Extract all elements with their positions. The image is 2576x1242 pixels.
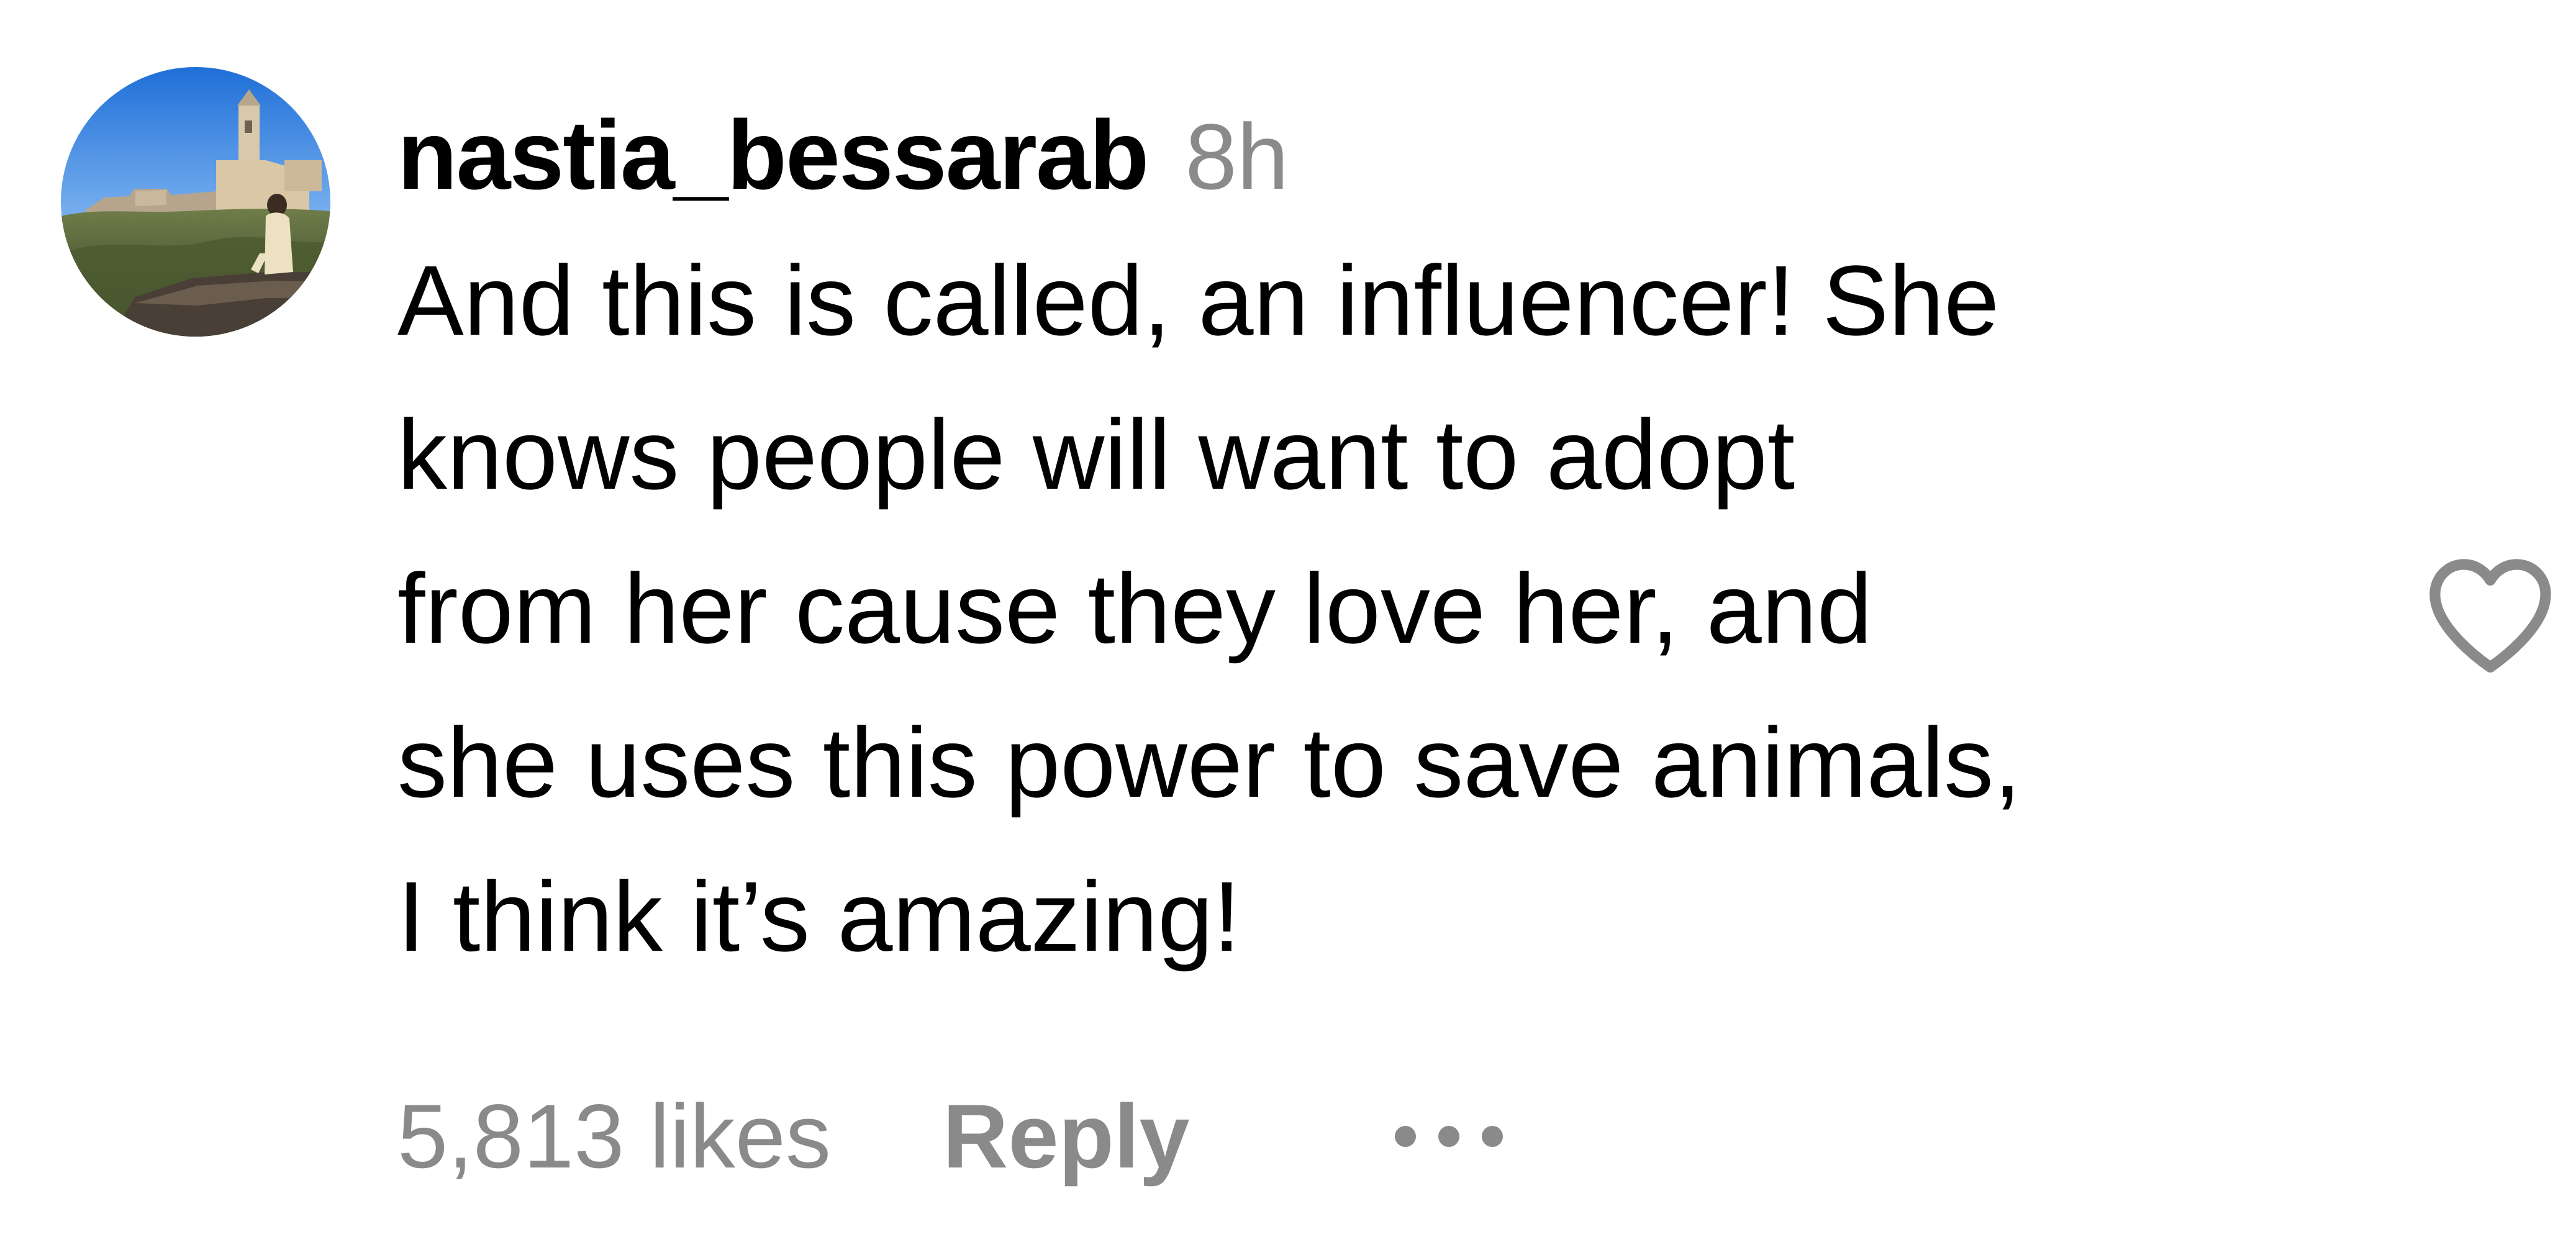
more-options-icon[interactable] [1394,1105,1525,1167]
comment-actions: 5,813 likes Reply [397,1068,1525,1205]
comment-item: nastia_bessarab 8h And this is called, a… [0,0,2576,1242]
comment-header: nastia_bessarab 8h [397,87,2310,224]
more-dot [1438,1126,1459,1147]
like-button[interactable] [2422,551,2559,676]
comment-text: And this is called, an influencer! She k… [397,224,2310,994]
comment-text-line: And this is called, an influencer! She [397,245,2000,356]
comment-text-line: she uses this power to save animals, [397,707,2021,818]
reply-button[interactable]: Reply [943,1084,1190,1189]
heart-outline-icon [2429,559,2551,673]
avatar-photo [61,67,330,337]
likes-count[interactable]: 5,813 likes [397,1084,831,1189]
comment-text-line: knows people will want to adopt [397,399,1795,510]
comment-body: nastia_bessarab 8h And this is called, a… [397,87,2310,994]
comment-text-line: from her cause they love her, and [397,553,1872,664]
more-dot [1394,1126,1416,1147]
more-dot [1481,1126,1503,1147]
avatar[interactable] [61,67,330,337]
timestamp: 8h [1185,104,1289,209]
username-link[interactable]: nastia_bessarab [397,87,1149,224]
comment-text-line: I think it’s amazing! [397,861,1241,972]
